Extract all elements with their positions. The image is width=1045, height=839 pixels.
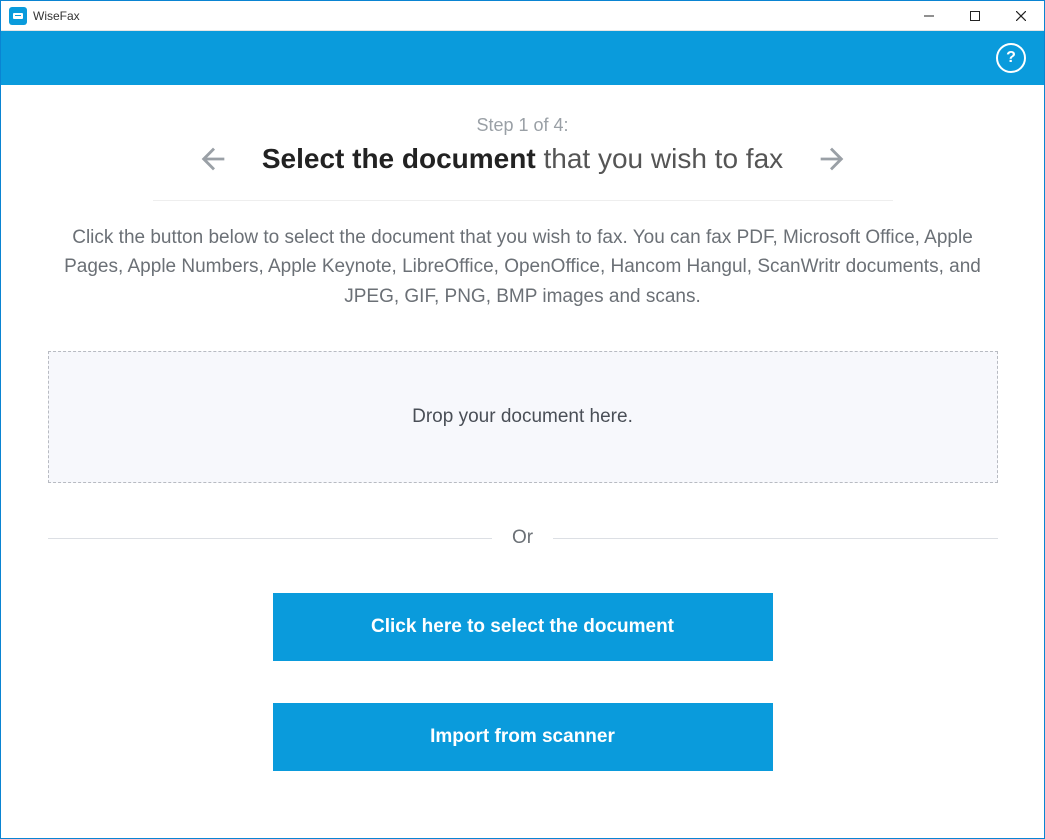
help-icon: ?: [1006, 49, 1016, 67]
main-content: Step 1 of 4: Select the document that yo…: [1, 85, 1044, 838]
or-separator: Or: [48, 527, 998, 549]
titlebar: WiseFax: [1, 1, 1044, 31]
divider: [48, 538, 492, 539]
app-header: ?: [1, 31, 1044, 85]
page-title-bold: Select the document: [262, 143, 536, 174]
import-scanner-label: Import from scanner: [430, 726, 615, 748]
select-document-button[interactable]: Click here to select the document: [273, 593, 773, 661]
select-document-label: Click here to select the document: [371, 616, 674, 638]
prev-step-button[interactable]: [194, 140, 232, 178]
description-text: Click the button below to select the doc…: [53, 223, 993, 311]
divider: [153, 200, 893, 201]
heading-row: Select the document that you wish to fax: [153, 140, 893, 178]
or-label: Or: [512, 527, 533, 549]
minimize-button[interactable]: [906, 1, 952, 31]
arrow-right-icon: [815, 142, 849, 176]
step-indicator: Step 1 of 4:: [476, 115, 568, 136]
maximize-button[interactable]: [952, 1, 998, 31]
dropzone-label: Drop your document here.: [412, 406, 633, 428]
next-step-button[interactable]: [813, 140, 851, 178]
help-button[interactable]: ?: [996, 43, 1026, 73]
document-dropzone[interactable]: Drop your document here.: [48, 351, 998, 483]
app-icon: [9, 7, 27, 25]
page-title: Select the document that you wish to fax: [262, 143, 783, 175]
arrow-left-icon: [196, 142, 230, 176]
close-button[interactable]: [998, 1, 1044, 31]
page-title-rest: that you wish to fax: [536, 143, 783, 174]
import-scanner-button[interactable]: Import from scanner: [273, 703, 773, 771]
divider: [553, 538, 997, 539]
window-title: WiseFax: [33, 9, 80, 23]
app-window: WiseFax ? Step 1 of 4: Select the docume…: [0, 0, 1045, 839]
